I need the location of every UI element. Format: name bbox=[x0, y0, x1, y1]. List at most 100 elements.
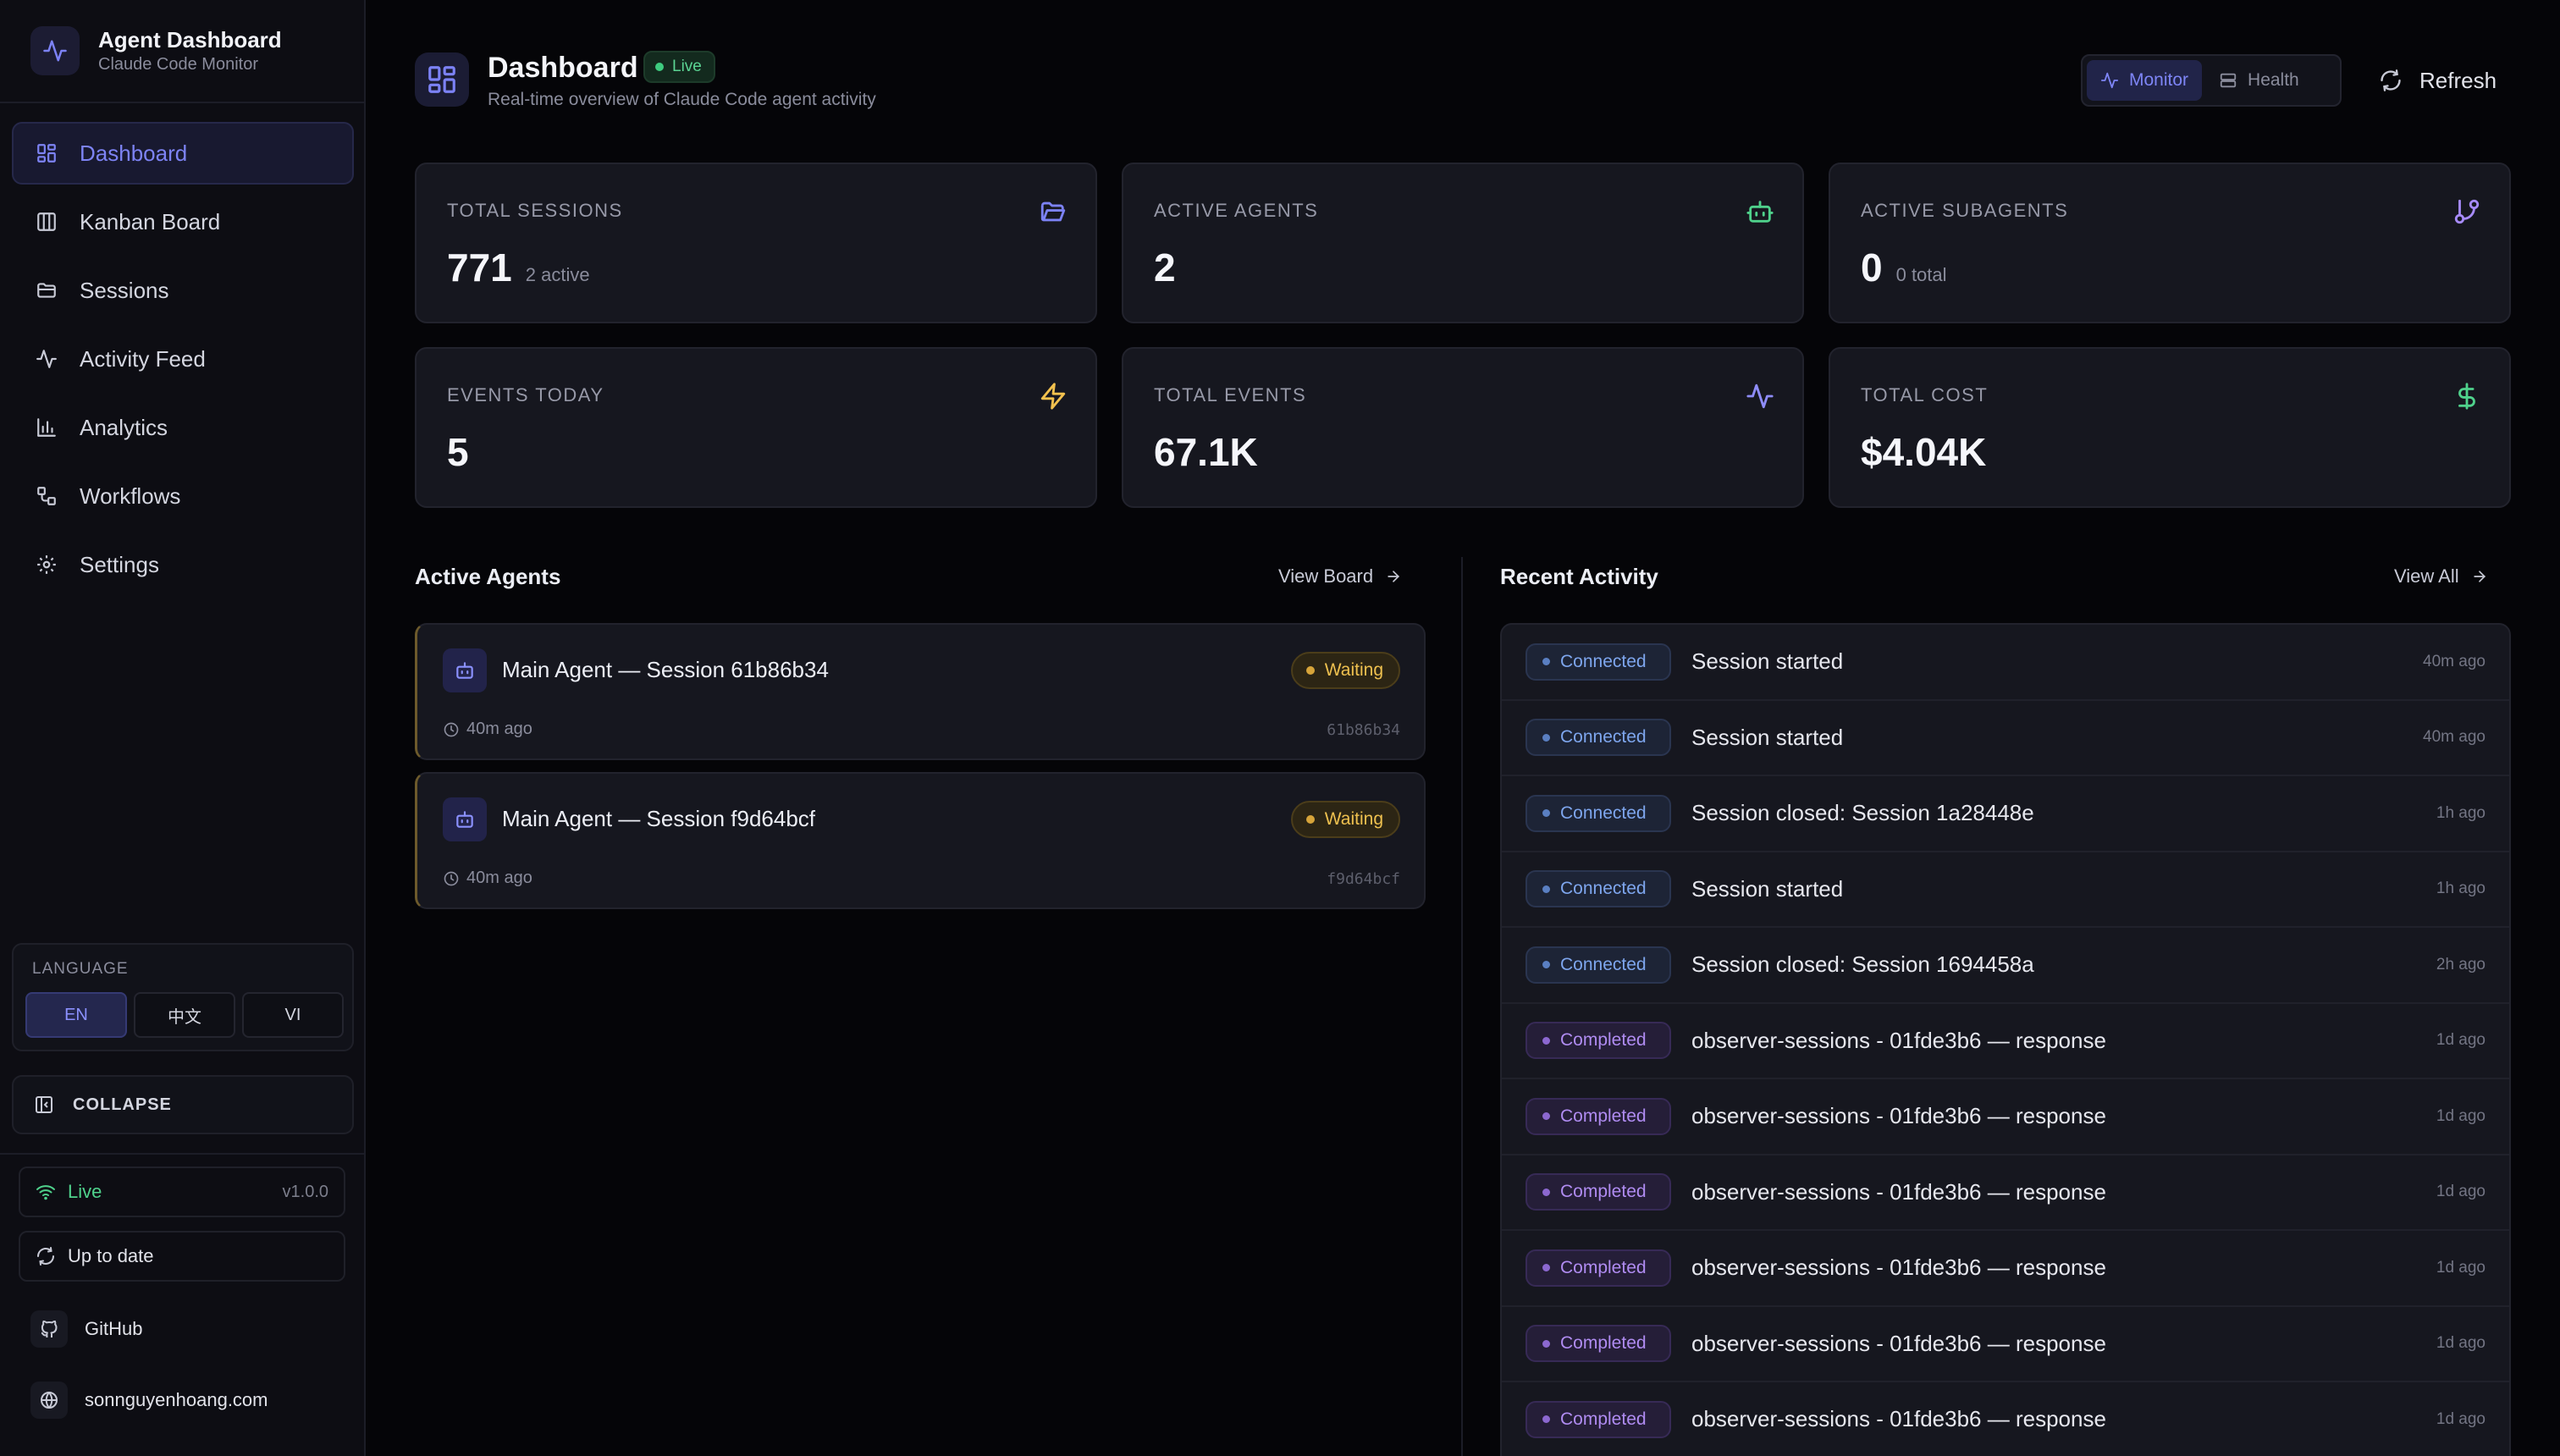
language-en-button[interactable]: EN bbox=[25, 992, 127, 1038]
list-item[interactable]: Completed observer-sessions - 01fde3b6 —… bbox=[1502, 1155, 2509, 1231]
list-item[interactable]: Completed observer-sessions - 01fde3b6 —… bbox=[1502, 1231, 2509, 1307]
collapse-icon bbox=[34, 1095, 54, 1115]
view-board-link[interactable]: View Board bbox=[1278, 565, 1402, 587]
list-item[interactable]: Connected Session started 40m ago bbox=[1502, 625, 2509, 701]
view-all-link[interactable]: View All bbox=[2394, 565, 2488, 587]
list-item[interactable]: Completed observer-sessions - 01fde3b6 —… bbox=[1502, 1382, 2509, 1456]
active-agents-title: Active Agents bbox=[415, 564, 561, 589]
stat-label: EVENTS TODAY bbox=[447, 384, 604, 405]
event-text: Session started bbox=[1691, 875, 1844, 902]
event-badge: Completed bbox=[1526, 1325, 1671, 1363]
stat-card-total-sessions: TOTAL SESSIONS 771 2 active bbox=[415, 163, 1097, 323]
divider bbox=[0, 102, 364, 103]
list-item[interactable]: Completed observer-sessions - 01fde3b6 —… bbox=[1502, 1004, 2509, 1079]
event-badge: Completed bbox=[1526, 1173, 1671, 1211]
update-status-button[interactable]: Up to date bbox=[19, 1231, 345, 1282]
columns-icon bbox=[34, 209, 59, 234]
event-time: 1d ago bbox=[2436, 1409, 2486, 1428]
sidebar-item-activity-feed[interactable]: Activity Feed bbox=[12, 328, 354, 390]
list-item[interactable]: Completed observer-sessions - 01fde3b6 —… bbox=[1502, 1307, 2509, 1382]
stat-label: ACTIVE SUBAGENTS bbox=[1861, 200, 2069, 221]
version-label: v1.0.0 bbox=[282, 1182, 328, 1201]
wifi-icon bbox=[36, 1182, 56, 1202]
view-toggle: Monitor Health bbox=[2081, 54, 2342, 107]
event-time: 1d ago bbox=[2436, 1258, 2486, 1277]
github-link[interactable]: GitHub bbox=[30, 1307, 142, 1351]
sidebar-item-kanban-board[interactable]: Kanban Board bbox=[12, 190, 354, 253]
page-title: Dashboard bbox=[488, 52, 638, 84]
event-time: 1h ago bbox=[2436, 803, 2486, 822]
sidebar-item-label: Sessions bbox=[80, 278, 169, 303]
globe-icon bbox=[30, 1382, 68, 1419]
event-text: observer-sessions - 01fde3b6 — response bbox=[1691, 1255, 2106, 1281]
clock-icon bbox=[443, 721, 460, 738]
status-dot bbox=[1305, 815, 1315, 824]
sidebar-item-workflows[interactable]: Workflows bbox=[12, 465, 354, 527]
brand[interactable]: Agent Dashboard Claude Code Monitor bbox=[30, 25, 282, 76]
agent-session-id: f9d64bcf bbox=[1327, 870, 1400, 888]
event-badge: Connected bbox=[1526, 719, 1671, 757]
event-text: Session started bbox=[1691, 724, 1844, 750]
list-item[interactable]: Connected Session closed: Session 1a2844… bbox=[1502, 776, 2509, 852]
website-link[interactable]: sonnguyenhoang.com bbox=[30, 1378, 268, 1422]
stat-card-events-today: EVENTS TODAY 5 bbox=[415, 347, 1097, 508]
zap-icon bbox=[1038, 381, 1068, 411]
language-title: LANGUAGE bbox=[32, 960, 129, 978]
monitor-tab[interactable]: Monitor bbox=[2087, 60, 2203, 101]
event-time: 1d ago bbox=[2436, 1183, 2486, 1201]
live-label: Live bbox=[68, 1181, 102, 1202]
agent-card[interactable]: Main Agent — Session 61b86b34 Waiting 40… bbox=[415, 623, 1426, 760]
stat-label: TOTAL EVENTS bbox=[1154, 384, 1307, 405]
gear-icon bbox=[34, 552, 59, 577]
event-time: 40m ago bbox=[2423, 728, 2486, 747]
sidebar-item-sessions[interactable]: Sessions bbox=[12, 259, 354, 322]
divider bbox=[0, 1153, 364, 1155]
list-item[interactable]: Completed observer-sessions - 01fde3b6 —… bbox=[1502, 1079, 2509, 1155]
event-text: Session closed: Session 1a28448e bbox=[1691, 800, 2034, 826]
sidebar-item-analytics[interactable]: Analytics bbox=[12, 396, 354, 459]
sidebar-item-settings[interactable]: Settings bbox=[12, 533, 354, 596]
language-zh-button[interactable]: 中文 bbox=[134, 992, 235, 1038]
stat-label: ACTIVE AGENTS bbox=[1154, 200, 1319, 221]
sidebar-item-label: Analytics bbox=[80, 415, 168, 440]
event-badge: Connected bbox=[1526, 870, 1671, 908]
event-badge: Connected bbox=[1526, 643, 1671, 681]
status-dot bbox=[655, 63, 664, 71]
event-badge: Completed bbox=[1526, 1400, 1671, 1438]
website-label: sonnguyenhoang.com bbox=[85, 1389, 268, 1410]
live-badge: Live bbox=[643, 51, 715, 83]
refresh-button[interactable]: Refresh bbox=[2370, 54, 2540, 107]
stat-value: 0 bbox=[1861, 245, 1883, 290]
live-badge-label: Live bbox=[672, 58, 702, 75]
refresh-icon bbox=[36, 1246, 56, 1266]
stat-sub: 2 active bbox=[525, 264, 590, 285]
stat-card-total-events: TOTAL EVENTS 67.1K bbox=[1122, 347, 1804, 508]
health-tab[interactable]: Health bbox=[2205, 60, 2313, 101]
list-item[interactable]: Connected Session started 1h ago bbox=[1502, 852, 2509, 928]
list-item[interactable]: Connected Session started 40m ago bbox=[1502, 701, 2509, 776]
agent-time: 40m ago bbox=[443, 869, 532, 888]
agent-time: 40m ago bbox=[443, 720, 532, 739]
bot-icon bbox=[443, 797, 487, 841]
sidebar-item-label: Workflows bbox=[80, 483, 181, 509]
server-icon bbox=[2219, 71, 2237, 90]
collapse-button[interactable]: COLLAPSE bbox=[12, 1075, 354, 1134]
event-text: observer-sessions - 01fde3b6 — response bbox=[1691, 1330, 2106, 1356]
agent-name: Main Agent — Session f9d64bcf bbox=[502, 806, 816, 831]
list-item[interactable]: Connected Session closed: Session 169445… bbox=[1502, 928, 2509, 1004]
bot-icon bbox=[443, 648, 487, 692]
brand-title: Agent Dashboard bbox=[98, 27, 282, 52]
sidebar-item-dashboard[interactable]: Dashboard bbox=[12, 122, 354, 185]
clock-icon bbox=[443, 870, 460, 887]
activity-icon bbox=[1745, 381, 1775, 411]
sidebar-item-label: Kanban Board bbox=[80, 209, 221, 234]
agent-time-label: 40m ago bbox=[466, 869, 532, 887]
stat-card-active-subagents: ACTIVE SUBAGENTS 0 0 total bbox=[1829, 163, 2511, 323]
language-vi-button[interactable]: VI bbox=[242, 992, 344, 1038]
event-badge: Connected bbox=[1526, 794, 1671, 832]
agent-card[interactable]: Main Agent — Session f9d64bcf Waiting 40… bbox=[415, 772, 1426, 909]
event-time: 2h ago bbox=[2436, 955, 2486, 973]
stat-card-total-cost: TOTAL COST $4.04K bbox=[1829, 347, 2511, 508]
arrow-right-icon bbox=[1385, 568, 1402, 585]
event-text: observer-sessions - 01fde3b6 — response bbox=[1691, 1178, 2106, 1205]
